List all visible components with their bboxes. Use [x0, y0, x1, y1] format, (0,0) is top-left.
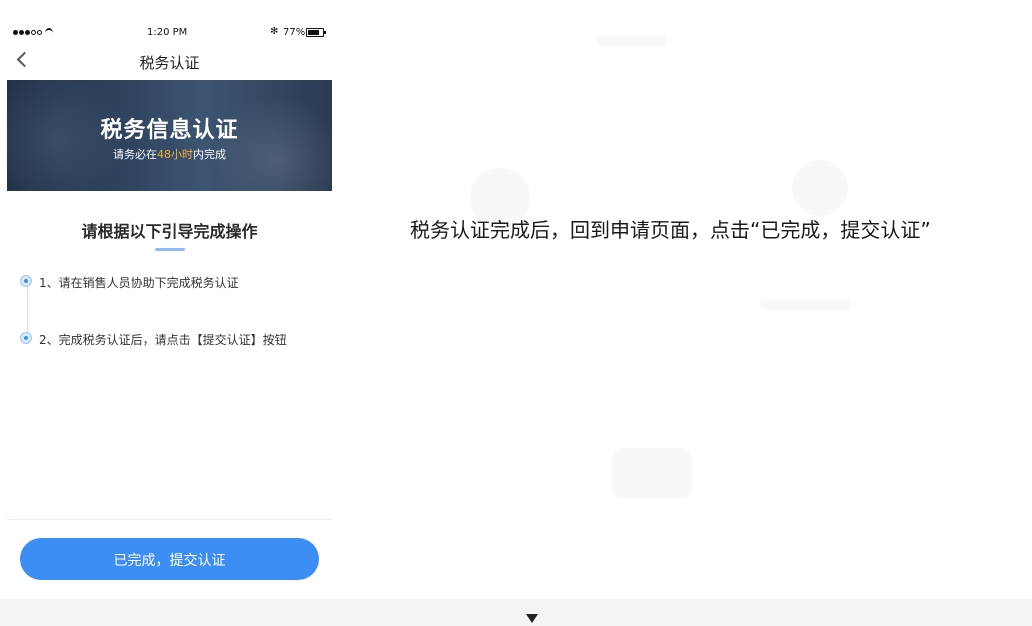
- banner-subtitle-highlight: 48小时: [157, 148, 193, 161]
- nav-title: 税务认证: [139, 54, 200, 72]
- status-bar: 1:20 PM ✻ 77%: [7, 22, 332, 44]
- guide-title: 请根据以下引导完成操作: [81, 222, 258, 241]
- guide-step-text: 2、完成税务认证后，请点击【提交认证】按钮: [39, 333, 287, 347]
- banner-title: 税务信息认证: [100, 118, 239, 143]
- banner-subtitle: 请务必在48小时内完成: [7, 146, 332, 162]
- banner: 税务信息认证 请务必在48小时内完成: [7, 80, 332, 191]
- guide-step: 1、请在销售人员协助下完成税务认证: [20, 272, 330, 292]
- watermark-shape: [612, 448, 692, 498]
- guide-step-text: 1、请在销售人员协助下完成税务认证: [39, 276, 239, 290]
- battery-icon: [306, 28, 326, 37]
- step-dot-icon: [20, 332, 32, 344]
- wifi-icon: [45, 28, 53, 38]
- battery-percent: 77%: [283, 27, 306, 38]
- footer-strip: [0, 599, 1032, 626]
- guide-title-underline: [155, 248, 185, 251]
- bluetooth-icon: ✻: [270, 26, 279, 37]
- banner-subtitle-suffix: 内完成: [193, 148, 226, 161]
- banner-subtitle-prefix: 请务必在: [113, 148, 157, 161]
- submit-certification-button[interactable]: 已完成，提交认证: [20, 538, 319, 580]
- instruction-text: 税务认证完成后，回到申请页面，点击“已完成，提交认证”: [410, 218, 931, 242]
- triangle-down-icon[interactable]: [526, 614, 538, 623]
- watermark-shape: [760, 300, 850, 310]
- screen: 1:20 PM ✻ 77% 税务认证 税务信息认证 请务必在48小时内完成 请根…: [0, 0, 1032, 626]
- nav-bar: 税务认证: [7, 44, 332, 80]
- phone-screen: 1:20 PM ✻ 77% 税务认证 税务信息认证 请务必在48小时内完成 请根…: [7, 22, 332, 599]
- signal-icon: [13, 30, 42, 35]
- step-dot-icon: [20, 275, 32, 287]
- watermark-shape: [596, 36, 666, 46]
- status-time: 1:20 PM: [147, 27, 188, 38]
- guide-step: 2、完成税务认证后，请点击【提交认证】按钮: [20, 329, 330, 349]
- watermark-shape: [792, 160, 848, 216]
- bottom-action-bar: 已完成，提交认证: [7, 519, 332, 599]
